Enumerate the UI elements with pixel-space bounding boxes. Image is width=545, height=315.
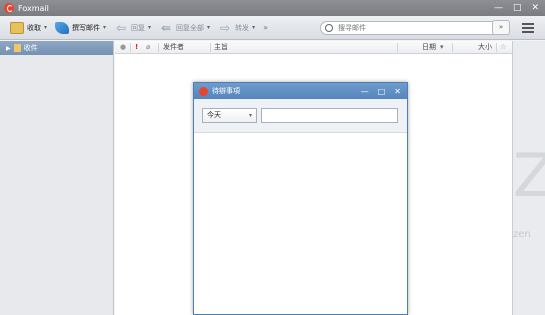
- reply-all-arrow-icon: ⇚: [161, 20, 172, 35]
- read-status-column-icon[interactable]: ●: [120, 41, 126, 54]
- watermark-logo: Z: [513, 141, 545, 211]
- subject-column-header[interactable]: 主旨: [214, 41, 228, 54]
- dialog-maximize-button[interactable]: □: [378, 87, 386, 96]
- reply-button[interactable]: ⇦ 回复 ▾: [114, 22, 151, 34]
- todo-text-input[interactable]: [261, 108, 398, 123]
- size-column-header[interactable]: 大小: [478, 41, 492, 54]
- dialog-title-bar[interactable]: 待辦事項 — □ ✕: [194, 83, 407, 99]
- sidebar-item-label: 收件: [23, 44, 38, 52]
- todo-dialog: 待辦事項 — □ ✕ 今天 ▾: [193, 82, 408, 315]
- reply-all-button[interactable]: ⇚ 回复全部 ▾: [159, 22, 210, 34]
- reply-arrow-icon: ⇦: [116, 20, 127, 35]
- menu-line-icon: [522, 23, 534, 25]
- minimize-button[interactable]: —: [494, 3, 503, 13]
- foxmail-logo-icon: [4, 3, 14, 13]
- window-controls: — □ ✕: [494, 0, 539, 16]
- mail-list-header: ● ! ⌀ 发件者 主旨 日期 ▾ 大小 ☆: [115, 41, 512, 54]
- close-button[interactable]: ✕: [531, 3, 539, 13]
- menu-line-icon: [522, 27, 534, 29]
- compose-button[interactable]: 撰写邮件 ▾: [55, 21, 106, 34]
- compose-label: 撰写邮件: [72, 23, 101, 32]
- receive-label: 收取: [27, 23, 41, 32]
- dialog-title: 待辦事項: [212, 87, 240, 95]
- chevron-down-icon[interactable]: ▾: [207, 24, 210, 31]
- forward-label: 转发: [235, 23, 250, 32]
- reply-all-label: 回复全部: [176, 23, 205, 32]
- chevron-down-icon[interactable]: ▾: [252, 24, 255, 31]
- chevron-down-icon[interactable]: ▾: [44, 24, 47, 31]
- search-options-button[interactable]: »: [492, 20, 510, 35]
- menu-line-icon: [522, 31, 534, 33]
- preview-panel: Z zen: [512, 41, 545, 315]
- feather-pen-icon: [55, 21, 70, 34]
- maximize-button[interactable]: □: [513, 3, 522, 13]
- folder-sidebar: ▶ 收件: [0, 41, 114, 315]
- priority-column-header[interactable]: !: [135, 41, 138, 54]
- expand-arrow-icon[interactable]: ▶: [6, 45, 11, 52]
- foxmail-logo-icon: [199, 86, 208, 96]
- sort-down-icon[interactable]: ▾: [440, 41, 444, 54]
- receive-button[interactable]: 收取 ▾: [10, 21, 47, 34]
- title-bar: Foxmail — □ ✕: [0, 0, 545, 16]
- star-column-icon[interactable]: ☆: [500, 41, 506, 54]
- forward-arrow-icon: ⇨: [220, 20, 231, 35]
- search-box[interactable]: [320, 21, 510, 35]
- main-menu-button[interactable]: [522, 23, 534, 33]
- dialog-minimize-button[interactable]: —: [361, 87, 369, 96]
- inbox-icon: [10, 21, 24, 34]
- sender-column-header[interactable]: 发件者: [163, 41, 184, 54]
- search-icon: [325, 24, 333, 32]
- dialog-close-button[interactable]: ✕: [394, 87, 401, 96]
- date-filter-select[interactable]: 今天 ▾: [202, 108, 257, 123]
- watermark-text: zen: [513, 229, 531, 240]
- forward-button[interactable]: ⇨ 转发 ▾: [218, 22, 255, 34]
- main-toolbar: 收取 ▾ 撰写邮件 ▾ ⇦ 回复 ▾ ⇚ 回复全部 ▾ ⇨ 转发 ▾ » »: [0, 16, 545, 40]
- reply-label: 回复: [131, 23, 146, 32]
- chevron-down-icon[interactable]: ▾: [148, 24, 151, 31]
- toolbar-more-button[interactable]: »: [263, 23, 268, 32]
- date-filter-value: 今天: [207, 111, 221, 119]
- chevron-down-icon: ▾: [248, 112, 252, 119]
- dialog-window-controls: — □ ✕: [361, 83, 401, 99]
- search-input[interactable]: [338, 24, 488, 32]
- attachment-column-icon[interactable]: ⌀: [146, 41, 150, 54]
- sidebar-item-inbox[interactable]: ▶ 收件: [0, 41, 113, 55]
- account-icon: [13, 44, 21, 52]
- date-column-header[interactable]: 日期: [422, 41, 436, 54]
- chevron-down-icon[interactable]: ▾: [103, 24, 106, 31]
- dialog-toolbar: 今天 ▾: [194, 99, 407, 133]
- window-title: Foxmail: [18, 3, 49, 13]
